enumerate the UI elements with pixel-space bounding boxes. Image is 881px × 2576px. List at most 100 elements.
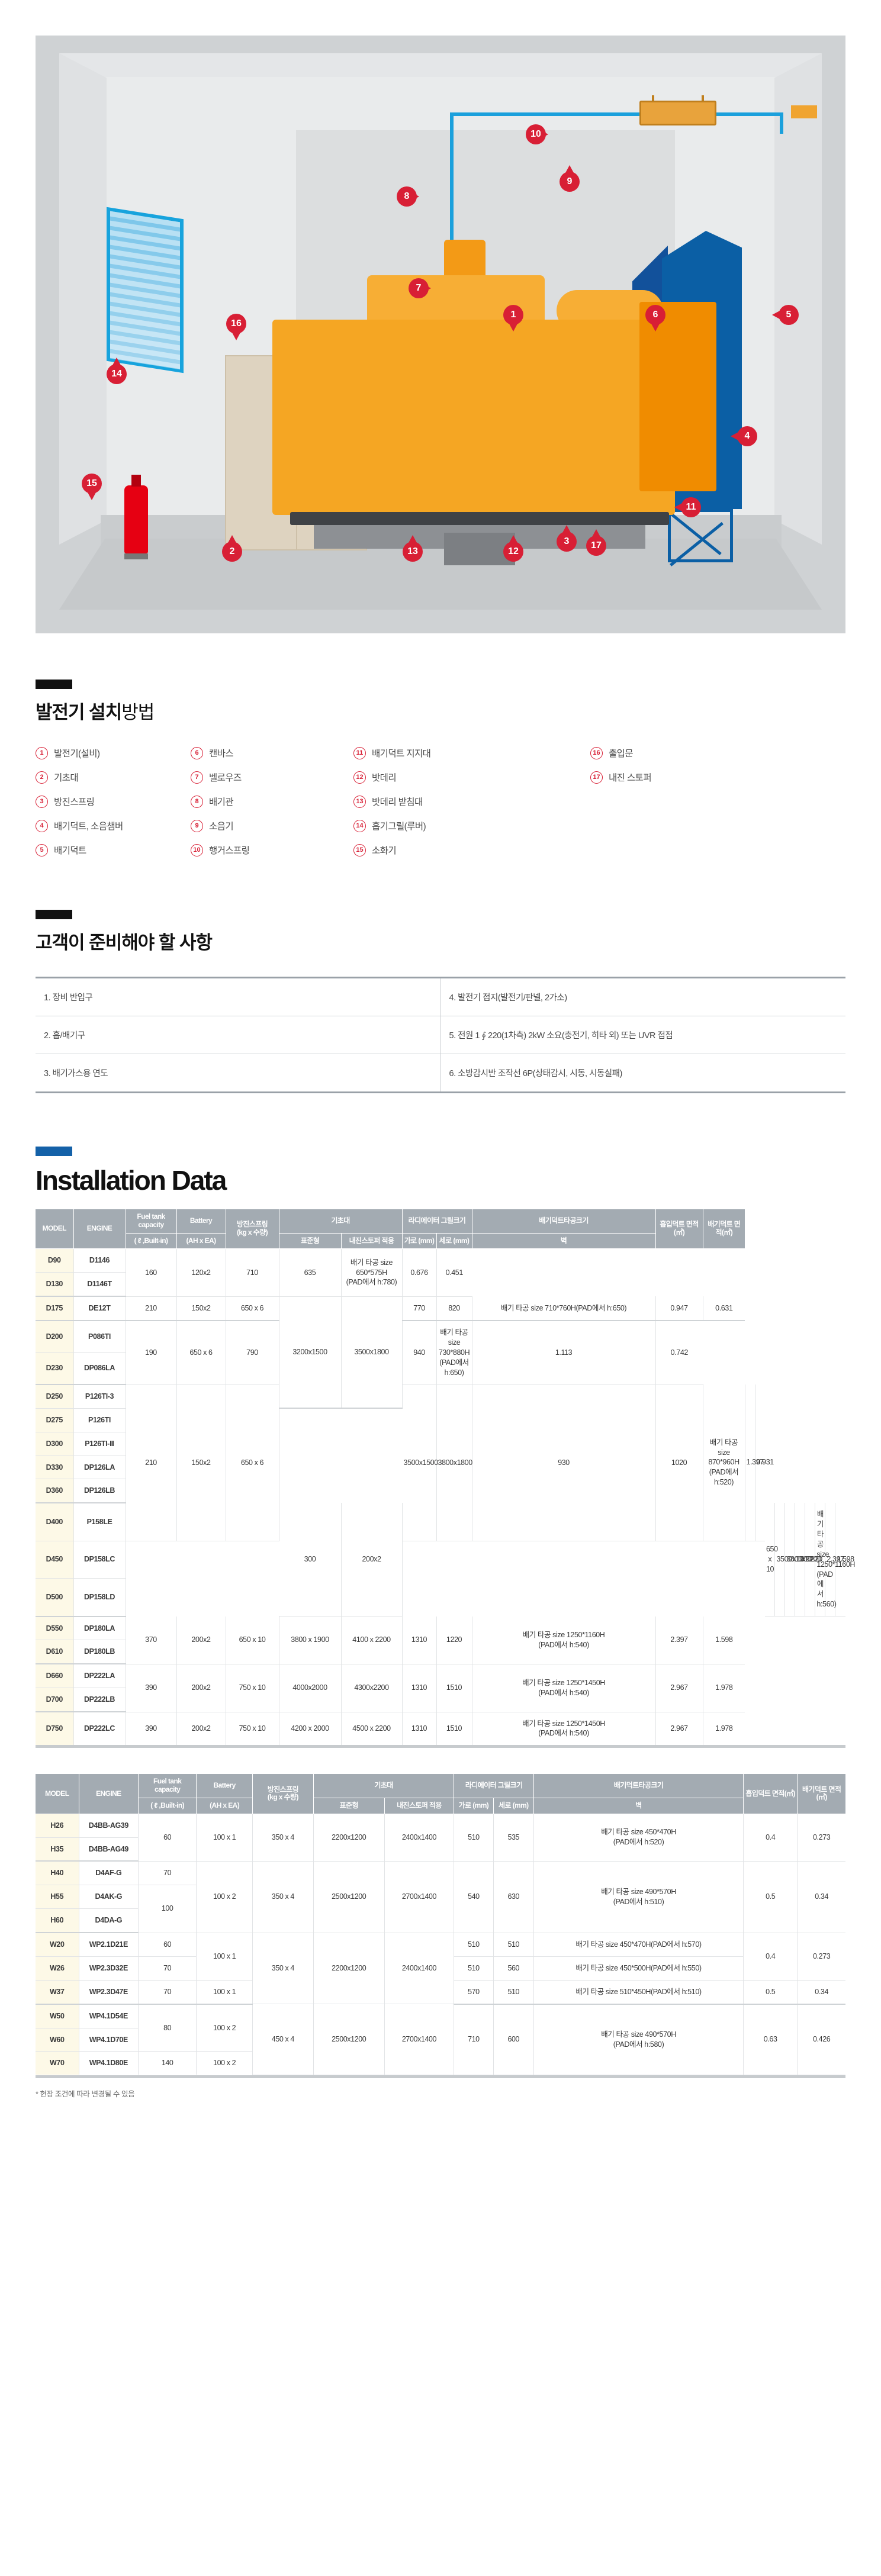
prep-cell-left: 2. 흡/배기구 (36, 1016, 441, 1054)
prep-row: 2. 흡/배기구 5. 전원 1 ∮ 220(1차측) 2kW 소요(충전기, 히… (36, 1016, 845, 1054)
th-radiator-width: 가로 (mm) (402, 1233, 437, 1250)
cell-base-standard: 4200 x 2000 (279, 1712, 342, 1746)
cell-engine: D4BB-AG39 (79, 1814, 139, 1838)
cell-spring: 650 x 6 (176, 1321, 226, 1385)
cell-base-seismic: 4100 x 2200 (341, 1616, 403, 1664)
cell-battery: 100 x 1 (196, 1814, 253, 1862)
cell-radiator-width: 1310 (402, 1616, 437, 1664)
exhaust-pipe-drop (780, 112, 783, 134)
legend-item-label: 캔바스 (209, 749, 234, 759)
cell-battery: 200x2 (176, 1664, 226, 1712)
cell-model: W20 (36, 1933, 79, 1957)
legend-number-badge: 2 (36, 771, 48, 784)
cell-spring: 350 x 4 (252, 1814, 314, 1862)
legend-item-16: 16 출입문 (590, 746, 744, 759)
cell-duct-size: 배기 타공 size 650*575H (PAD에서 h:780) (341, 1248, 403, 1297)
cell-base-standard: 3500x1500 (402, 1384, 438, 1541)
table-row: H40 D4AF-G 70 100 x 2 350 x 4 2500x1200 2700x1… (36, 1861, 845, 1933)
legend-item-3: 3 방진스프링 (36, 795, 191, 808)
th-engine: ENGINE (73, 1209, 126, 1250)
table-row: D175 DE12T 210 150x2 650 x 6 3200x1500 3500x18… (36, 1296, 845, 1409)
cell-duct-size: 배기 타공 size 510*450H(PAD에서 h:510) (533, 1980, 744, 2005)
cell-fuel-tank: 60 (138, 1814, 197, 1862)
prep-table: 1. 장비 반입구 4. 발전기 접지(발전기/판넬, 2가소) 2. 흡/배기구 5… (36, 977, 845, 1093)
cell-model: H40 (36, 1861, 79, 1886)
table-header-row-1: MODEL ENGINE Fuel tank capacity Battery 방진스프… (36, 1774, 845, 1814)
section-rule (36, 910, 72, 919)
cell-engine: DP158LD (73, 1578, 126, 1617)
cell-fuel-tank: 300 (279, 1503, 342, 1617)
diagram-marker-13: 13 (403, 535, 423, 562)
cell-engine: WP4.1D70E (79, 2028, 139, 2052)
cell-intake-area: 0.4 (743, 1933, 798, 1981)
legend-column-3: 11 배기덕트 지지대 12 밧데리 13 밧데리 받침대 14 흡기그릴(루버) 15 소화기 (353, 746, 590, 856)
table-row: W50 WP4.1D54E 80 100 x 2 450 x 4 2500x1200 270… (36, 2004, 845, 2075)
cell-exhaust-area: 1.598 (703, 1616, 745, 1664)
legend-item-4: 4 배기덕트, 소음챔버 (36, 819, 191, 832)
cell-model: D200 (36, 1321, 74, 1353)
cell-exhaust-area: 0.451 (436, 1248, 472, 1297)
table-row: D660 DP222LA 390 200x2 750 x 10 4000x2000 4300… (36, 1664, 845, 1712)
cell-model: D400 (36, 1503, 74, 1541)
cell-model: W70 (36, 2051, 79, 2075)
th-base-standard: 표준형 (313, 1798, 385, 1814)
cell-fuel-tank: 210 (126, 1296, 177, 1322)
cell-duct-size: 배기 타공 size 1250*1160H (PAD에서 h:560) (815, 1503, 855, 1617)
cell-intake-area: 0.5 (743, 1980, 798, 2005)
cell-radiator-width: 710 (226, 1248, 279, 1297)
cell-intake-area: 0.676 (402, 1248, 437, 1297)
cell-engine: D4AF-G (79, 1861, 139, 1886)
cell-base-standard: 4000x2000 (279, 1664, 342, 1712)
cell-model: D660 (36, 1664, 74, 1689)
cell-spring: 450 x 4 (252, 2004, 314, 2075)
cell-battery: 200x2 (176, 1616, 226, 1664)
legend-item-12: 12 밧데리 (353, 771, 590, 784)
cell-spring: 650 x 6 (226, 1296, 279, 1322)
diagram-marker-8: 8 (397, 186, 419, 207)
cell-duct-size: 배기 타공 size 450*500H(PAD에서 h:550) (533, 1956, 744, 1981)
generator-room-diagram: 1 2 3 4 5 6 7 8 9 10 11 12 13 14 15 16 17 (36, 36, 845, 633)
legend-item-label: 배기관 (209, 797, 234, 807)
th-radiator-height: 세로 (mm) (436, 1233, 472, 1250)
cell-model: D550 (36, 1616, 74, 1641)
cell-model: H26 (36, 1814, 79, 1838)
cell-intake-area: 1.397 (745, 1384, 764, 1541)
cell-battery: 100 x 1 (196, 1933, 253, 1981)
cell-model: D230 (36, 1352, 74, 1385)
legend-item-label: 기초대 (54, 773, 79, 783)
table-row: D200 P086TI 190 650 x 6 790 940 배기 타공 size 730… (36, 1321, 845, 1385)
installation-table-gas: MODEL ENGINE Fuel tank capacity Battery 방진스프… (36, 1774, 845, 2075)
cell-intake-area: 0.63 (743, 2004, 798, 2075)
cell-model: W26 (36, 1956, 79, 1981)
cell-spring: 750 x 10 (226, 1712, 279, 1746)
th-model: MODEL (36, 1209, 74, 1250)
table-row: D90 D1146 160 120x2 710 635 배기 타공 size 650*575… (36, 1248, 845, 1297)
cell-fuel-tank: 70 (138, 1980, 197, 2005)
diagram-marker-15: 15 (82, 474, 102, 500)
diagram-marker-14: 14 (107, 358, 127, 384)
cell-battery: 150x2 (176, 1296, 226, 1322)
th-spring: 방진스프링 (kg x 수량) (252, 1774, 314, 1814)
diagram-marker-10: 10 (526, 124, 548, 144)
cell-spring: 350 x 4 (252, 1933, 314, 2005)
diagram-marker-12: 12 (503, 535, 523, 562)
th-base-seismic: 내진스토퍼 적용 (384, 1798, 455, 1814)
cell-radiator-width: 930 (472, 1384, 656, 1541)
diagram-marker-11: 11 (674, 497, 701, 517)
cell-radiator-height: 535 (493, 1814, 535, 1862)
cell-battery: 120x2 (176, 1248, 226, 1297)
th-base-seismic: 내진스토퍼 적용 (341, 1233, 403, 1250)
cell-radiator-height: 1510 (436, 1664, 472, 1712)
cell-engine: DP180LB (73, 1640, 126, 1665)
cell-exhaust-area: 1.978 (703, 1664, 745, 1712)
cell-engine: D1146T (73, 1272, 126, 1297)
cell-exhaust-area: 0.273 (797, 1814, 845, 1862)
cell-model: D360 (36, 1479, 74, 1504)
legend-section: 발전기 설치방법 1 발전기(설비) 2 기초대 3 방진스프링 4 배기덕트, 소음챔버 5 배… (0, 633, 881, 856)
cell-fuel-tank: 160 (126, 1248, 177, 1297)
cell-duct-size: 배기 타공 size 1250*1160H (PAD에서 h:540) (472, 1616, 656, 1664)
th-exhaust-area: 배기덕트 면적(㎡) (797, 1774, 845, 1814)
cell-base-standard: 3200x1500 (279, 1296, 342, 1409)
duct-support-frame (668, 509, 733, 562)
legend-title: 발전기 설치방법 (36, 697, 845, 724)
